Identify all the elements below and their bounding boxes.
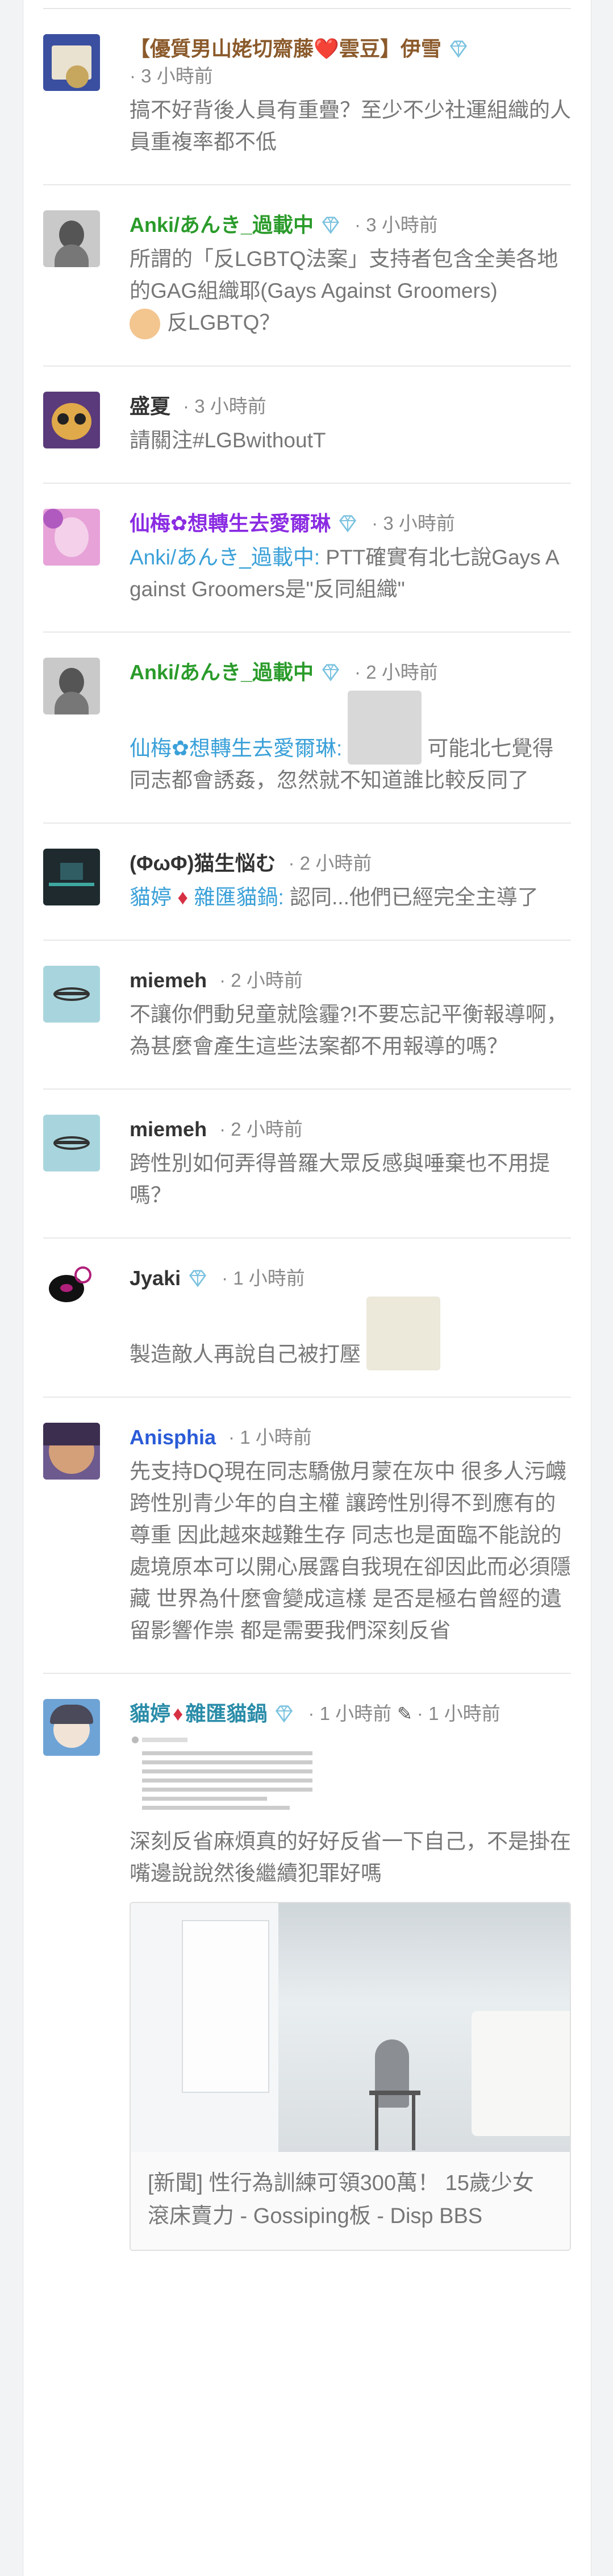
- sticker-image: [348, 691, 422, 765]
- screenshot-thumbnail[interactable]: [130, 1734, 317, 1820]
- comment-timestamp[interactable]: 1 小時前: [308, 1699, 392, 1729]
- diamond-badge-icon: [276, 1705, 293, 1723]
- comment-item: 盛夏 3 小時前 請關注#LGBwithoutT: [43, 367, 571, 484]
- sticker-image: [366, 1297, 440, 1371]
- comment-timestamp[interactable]: 3 小時前: [372, 509, 455, 538]
- mention-link-2[interactable]: 雜匯貓鍋:: [194, 886, 283, 909]
- comment-author[interactable]: Jyaki: [130, 1264, 181, 1293]
- avatar[interactable]: [43, 392, 100, 449]
- comment-text: 跨性別如何弄得普羅大眾反感與唾棄也不用提嗎？: [130, 1152, 550, 1207]
- comment-author[interactable]: miemeh: [130, 966, 207, 995]
- comment-item: Anisphia 1 小時前 先支持DQ現在同志驕傲月蒙在灰中 很多人污衊跨性別…: [43, 1398, 571, 1675]
- mention-link[interactable]: 仙梅✿想轉生去愛爾琳:: [130, 737, 342, 760]
- comment-timestamp[interactable]: 2 小時前: [219, 966, 303, 995]
- diamond-badge-icon: [322, 217, 340, 234]
- comment-item: miemeh 2 小時前 跨性別如何弄得普羅大眾反感與唾棄也不用提嗎？: [43, 1090, 571, 1239]
- comment-author[interactable]: 【優質男山姥切齋藤❤️雲豆】伊雪: [130, 34, 441, 64]
- comment-item: Anki/あんき_過載中 3 小時前 所謂的「反LGBTQ法案」支持者包含全美各…: [43, 185, 571, 367]
- diamond-badge-icon: [449, 40, 467, 58]
- comment-timestamp[interactable]: 3 小時前: [130, 61, 213, 91]
- comment-author[interactable]: 仙梅✿想轉生去愛爾琳: [130, 509, 331, 538]
- comment-timestamp[interactable]: 3 小時前: [183, 392, 266, 421]
- comment-timestamp[interactable]: 2 小時前: [219, 1115, 303, 1144]
- comment-timestamp[interactable]: 3 小時前: [355, 210, 438, 240]
- comment-author[interactable]: Anki/あんき_過載中: [130, 658, 314, 687]
- comment-author[interactable]: 貓婷: [130, 1699, 170, 1729]
- edited-timestamp[interactable]: 1 小時前: [417, 1699, 501, 1729]
- comment-text: 深刻反省麻煩真的好好反省一下自己，不是掛在嘴邊說說然後繼續犯罪好嗎: [130, 1830, 571, 1885]
- comment-text: 製造敵人再說自己被打壓: [130, 1343, 361, 1366]
- comment-item: (ΦωΦ)猫生悩む 2 小時前 貓婷 ♦ 雜匯貓鍋: 認同...他們已經完全主導…: [43, 824, 571, 941]
- comment-text: 請關注#LGBwithoutT: [130, 429, 326, 452]
- avatar[interactable]: [43, 34, 100, 91]
- comment-author-2[interactable]: 雜匯貓鍋: [185, 1699, 267, 1729]
- comment-text: 認同...他們已經完全主導了: [283, 886, 539, 909]
- comment-timestamp[interactable]: 2 小時前: [289, 849, 372, 878]
- comment-text-2: 反LGBTQ？: [167, 311, 281, 334]
- comment-timestamp[interactable]: 2 小時前: [355, 658, 438, 687]
- avatar[interactable]: [43, 1264, 100, 1321]
- avatar[interactable]: [43, 849, 100, 906]
- avatar[interactable]: [43, 966, 100, 1023]
- heart-icon: ♦: [173, 1702, 184, 1726]
- comment-text: 搞不好背後人員有重疊？至少不少社運組織的人員重複率都不低: [130, 98, 571, 153]
- avatar[interactable]: [43, 658, 100, 715]
- comment-panel: 【優質男山姥切齋藤❤️雲豆】伊雪 3 小時前 搞不好背後人員有重疊？至少不少社運…: [23, 0, 591, 2576]
- avatar[interactable]: [43, 1423, 100, 1480]
- diamond-badge-icon: [189, 1270, 207, 1287]
- link-preview-title[interactable]: [新聞] 性行為訓練可領300萬！ 15歲少女滾床賣力 - Gossiping板…: [131, 2152, 570, 2250]
- comment-item: miemeh 2 小時前 不讓你們動兒童就陰霾?!不要忘記平衡報導啊，為甚麼會產…: [43, 941, 571, 1090]
- comment-item: Jyaki 1 小時前 製造敵人再說自己被打壓: [43, 1239, 571, 1398]
- comment-text: 先支持DQ現在同志驕傲月蒙在灰中 很多人污衊跨性別青少年的自主權 讓跨性別得不到…: [130, 1460, 571, 1643]
- comment-author[interactable]: Anisphia: [130, 1423, 216, 1452]
- avatar[interactable]: [43, 1699, 100, 1756]
- comment-author[interactable]: 盛夏: [130, 392, 170, 421]
- comment-item: 仙梅✿想轉生去愛爾琳 3 小時前 Anki/あんき_過載中: PTT確實有北七說…: [43, 484, 571, 633]
- comment-author[interactable]: Anki/あんき_過載中: [130, 210, 314, 240]
- link-preview-image: [131, 1903, 570, 2153]
- comment-author[interactable]: (ΦωΦ)猫生悩む: [130, 849, 276, 878]
- comment-item: 貓婷 ♦ 雜匯貓鍋 1 小時前 ✎ 1 小時前: [43, 1674, 571, 2277]
- comment-item: Anki/あんき_過載中 2 小時前 仙梅✿想轉生去愛爾琳:可能北七覺得同志都會…: [43, 633, 571, 824]
- comment-list: 【優質男山姥切齋藤❤️雲豆】伊雪 3 小時前 搞不好背後人員有重疊？至少不少社運…: [43, 8, 571, 2277]
- avatar[interactable]: [43, 210, 100, 267]
- avatar[interactable]: [43, 509, 100, 566]
- comment-text: 不讓你們動兒童就陰霾?!不要忘記平衡報導啊，為甚麼會產生這些法案都不用報導的嗎？: [130, 1003, 568, 1058]
- comment-author[interactable]: miemeh: [130, 1115, 207, 1144]
- avatar[interactable]: [43, 1115, 100, 1172]
- heart-icon: ♦: [177, 886, 189, 909]
- comment-text: 所謂的「反LGBTQ法案」支持者包含全美各地的GAG組織耶(Gays Again…: [130, 247, 558, 302]
- diamond-badge-icon: [339, 515, 357, 533]
- link-preview-card[interactable]: [新聞] 性行為訓練可領300萬！ 15歲少女滾床賣力 - Gossiping板…: [130, 1902, 571, 2251]
- diamond-badge-icon: [322, 664, 340, 682]
- mention-link[interactable]: 貓婷: [130, 886, 172, 909]
- comment-timestamp[interactable]: 1 小時前: [228, 1423, 312, 1452]
- emoji-face-icon: [130, 309, 160, 340]
- pencil-icon: ✎: [397, 1704, 412, 1725]
- comment-timestamp[interactable]: 1 小時前: [222, 1264, 305, 1293]
- mention-link[interactable]: Anki/あんき_過載中:: [130, 546, 320, 569]
- comment-item: 【優質男山姥切齋藤❤️雲豆】伊雪 3 小時前 搞不好背後人員有重疊？至少不少社運…: [43, 9, 571, 185]
